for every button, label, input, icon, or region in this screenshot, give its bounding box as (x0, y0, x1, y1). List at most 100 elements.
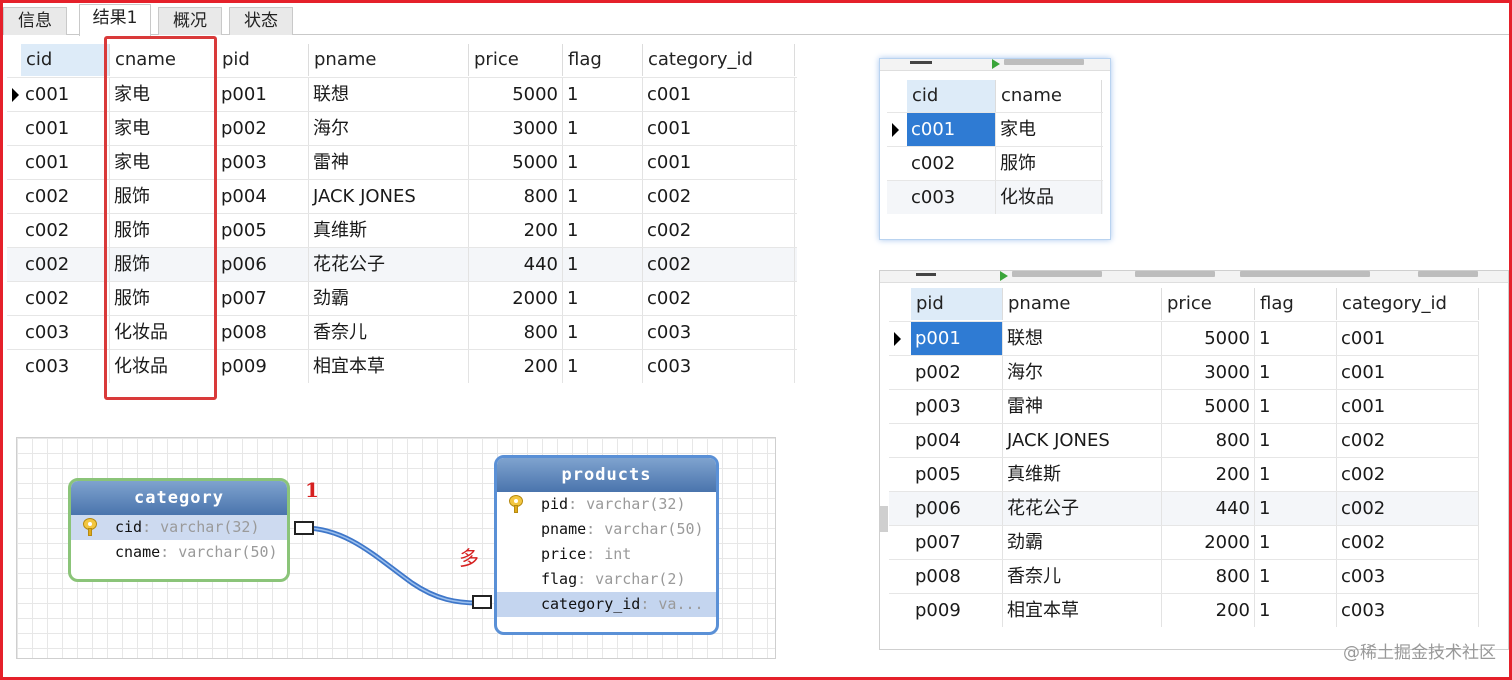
table-cell[interactable]: 1 (1255, 492, 1337, 525)
table-cell[interactable]: p005 (911, 458, 1003, 491)
connector-one[interactable] (294, 521, 314, 535)
play-icon[interactable] (992, 59, 1000, 69)
table-cell[interactable]: 440 (1162, 492, 1255, 525)
toolbar-button-icon[interactable] (1012, 271, 1102, 277)
play-icon[interactable] (1000, 271, 1008, 281)
table-cell[interactable]: p009 (911, 594, 1003, 627)
table-cell[interactable]: 2000 (469, 282, 563, 315)
table-cell[interactable]: 5000 (1162, 322, 1255, 355)
table-cell[interactable]: c002 (21, 282, 110, 315)
column-header-price[interactable]: price (1162, 288, 1255, 320)
table-cell[interactable]: 800 (1162, 560, 1255, 593)
table-cell[interactable]: 1 (563, 112, 643, 145)
table-cell[interactable]: 200 (469, 350, 563, 383)
table-row[interactable]: p005 真维斯 200 1 c002 (889, 457, 1479, 491)
table-cell[interactable]: 200 (1162, 594, 1255, 627)
table-cell[interactable]: 雷神 (1003, 390, 1162, 423)
table-cell[interactable]: p002 (911, 356, 1003, 389)
table-cell[interactable]: c001 (907, 113, 996, 146)
table-cell[interactable]: 1 (1255, 356, 1337, 389)
minus-icon[interactable] (916, 273, 936, 276)
table-cell[interactable]: c003 (21, 316, 110, 349)
column-header-cname[interactable]: cname (996, 80, 1102, 112)
table-cell[interactable]: JACK JONES (1003, 424, 1162, 457)
connector-many[interactable] (472, 595, 492, 609)
tab-result-1[interactable]: 结果1 (79, 4, 151, 36)
tab-profile[interactable]: 概况 (158, 7, 222, 35)
table-cell[interactable]: JACK JONES (309, 180, 469, 213)
table-cell[interactable]: c002 (643, 248, 795, 281)
table-cell[interactable]: p004 (911, 424, 1003, 457)
table-cell[interactable]: c002 (643, 180, 795, 213)
column-header-pname[interactable]: pname (1003, 288, 1162, 320)
table-cell[interactable]: c003 (907, 181, 996, 214)
tab-status[interactable]: 状态 (229, 7, 293, 35)
table-cell[interactable]: 5000 (469, 146, 563, 179)
table-row[interactable]: p004 JACK JONES 800 1 c002 (889, 423, 1479, 457)
table-cell[interactable]: 海尔 (1003, 356, 1162, 389)
table-cell[interactable]: c001 (1337, 390, 1479, 423)
table-cell[interactable]: 服饰 (996, 147, 1102, 180)
table-cell[interactable]: c001 (1337, 356, 1479, 389)
table-cell[interactable]: p004 (217, 180, 309, 213)
table-cell[interactable]: 家电 (996, 113, 1102, 146)
table-cell[interactable]: p003 (217, 146, 309, 179)
table-row[interactable]: c002 服饰 (887, 146, 1103, 180)
table-cell[interactable]: 200 (1162, 458, 1255, 491)
table-cell[interactable]: 800 (469, 316, 563, 349)
entity-category[interactable]: category cid: varchar(32) cname: varchar… (68, 478, 290, 582)
entity-field[interactable]: pname: varchar(50) (497, 517, 716, 542)
table-row[interactable]: p002 海尔 3000 1 c001 (889, 355, 1479, 389)
table-row[interactable]: p007 劲霸 2000 1 c002 (889, 525, 1479, 559)
table-cell[interactable]: 2000 (1162, 526, 1255, 559)
tab-info[interactable]: 信息 (3, 7, 67, 35)
column-header-flag[interactable]: flag (563, 44, 643, 76)
table-cell[interactable]: c001 (643, 112, 795, 145)
table-cell[interactable]: c001 (21, 146, 110, 179)
table-cell[interactable]: c001 (643, 146, 795, 179)
table-cell[interactable]: 1 (1255, 424, 1337, 457)
table-cell[interactable]: 1 (563, 350, 643, 383)
column-header-cid[interactable]: cid (21, 44, 110, 76)
column-header-cid[interactable]: cid (907, 80, 996, 112)
table-cell[interactable]: p003 (911, 390, 1003, 423)
table-cell[interactable]: 雷神 (309, 146, 469, 179)
table-row[interactable]: c001 家电 (887, 112, 1103, 146)
table-cell[interactable]: c003 (21, 350, 110, 383)
table-cell[interactable]: c002 (643, 214, 795, 247)
table-cell[interactable]: 1 (563, 248, 643, 281)
table-cell[interactable]: p006 (911, 492, 1003, 525)
table-cell[interactable]: c002 (1337, 424, 1479, 457)
table-cell[interactable]: 1 (563, 282, 643, 315)
table-cell[interactable]: 1 (1255, 458, 1337, 491)
table-cell[interactable]: 劲霸 (309, 282, 469, 315)
table-cell[interactable]: c002 (1337, 492, 1479, 525)
entity-field[interactable]: cid: varchar(32) (71, 515, 287, 540)
splitter-handle[interactable] (879, 506, 888, 532)
minus-icon[interactable] (910, 61, 932, 64)
table-cell[interactable]: 联想 (309, 78, 469, 111)
table-cell[interactable]: p002 (217, 112, 309, 145)
table-row[interactable]: p006 花花公子 440 1 c002 (889, 491, 1479, 525)
table-cell[interactable]: p007 (911, 526, 1003, 559)
table-cell[interactable]: c002 (643, 282, 795, 315)
toolbar-button-icon[interactable] (1135, 271, 1215, 277)
column-header-price[interactable]: price (469, 44, 563, 76)
table-cell[interactable]: c003 (1337, 594, 1479, 627)
table-row[interactable]: p009 相宜本草 200 1 c003 (889, 593, 1479, 627)
table-cell[interactable]: 1 (563, 78, 643, 111)
table-cell[interactable]: 1 (563, 214, 643, 247)
table-cell[interactable]: 相宜本草 (1003, 594, 1162, 627)
column-header-flag[interactable]: flag (1255, 288, 1337, 320)
table-cell[interactable]: 800 (469, 180, 563, 213)
table-cell[interactable]: 3000 (1162, 356, 1255, 389)
table-cell[interactable]: p008 (911, 560, 1003, 593)
table-cell[interactable]: c001 (21, 112, 110, 145)
table-cell[interactable]: 3000 (469, 112, 563, 145)
table-cell[interactable]: 真维斯 (309, 214, 469, 247)
table-cell[interactable]: p009 (217, 350, 309, 383)
table-cell[interactable]: c002 (21, 214, 110, 247)
table-cell[interactable]: c001 (21, 78, 110, 111)
toolbar-button-icon[interactable] (1240, 271, 1370, 277)
table-cell[interactable]: 5000 (469, 78, 563, 111)
